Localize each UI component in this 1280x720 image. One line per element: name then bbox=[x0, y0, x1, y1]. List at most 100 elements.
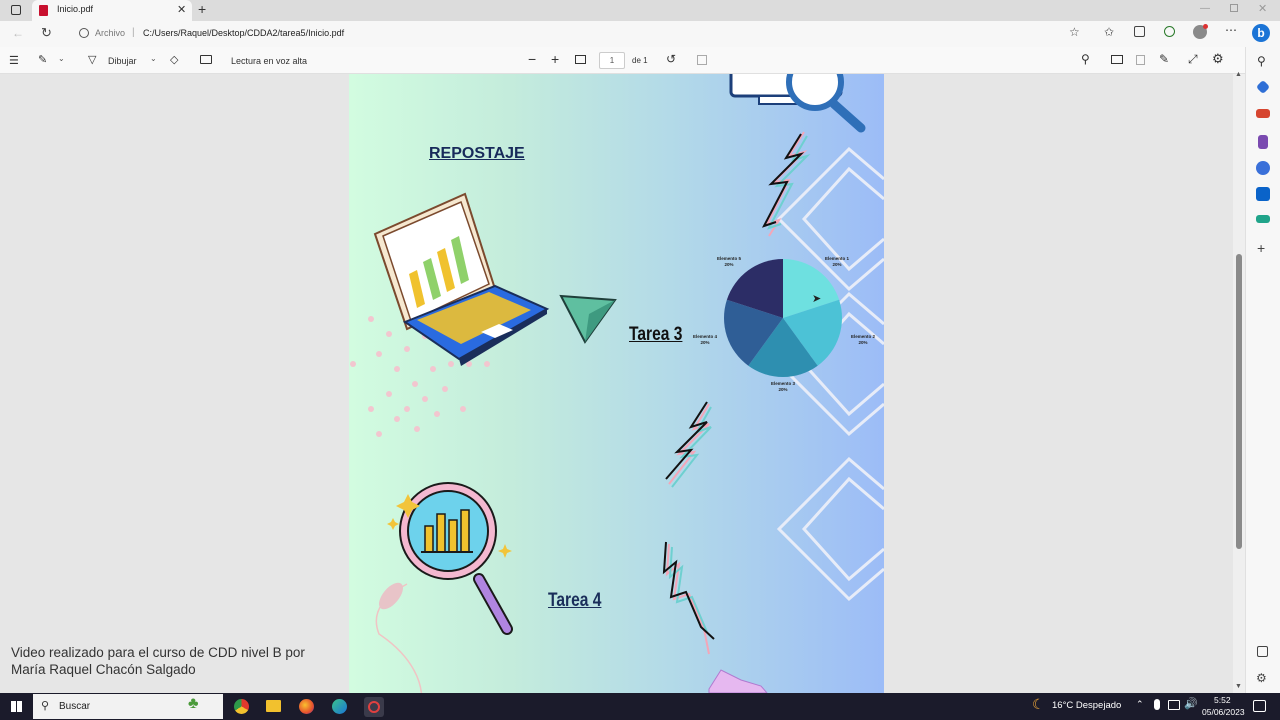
tab-inicio-pdf[interactable]: Inicio.pdf ✕ bbox=[32, 0, 192, 21]
magnifier-chart-illustration bbox=[387, 482, 513, 635]
url-path: C:/Users/Raquel/Desktop/CDDA2/tarea5/Ini… bbox=[143, 28, 345, 38]
profile-notification-dot bbox=[1203, 24, 1208, 29]
read-aloud-icon[interactable] bbox=[200, 55, 212, 64]
edge-icon[interactable] bbox=[332, 699, 347, 714]
print-icon[interactable] bbox=[1111, 55, 1123, 64]
pie-label-name-4: Elemento 4 bbox=[693, 334, 718, 339]
collections-icon[interactable] bbox=[1134, 26, 1145, 37]
clock-time[interactable]: 5:52 bbox=[1214, 695, 1231, 705]
close-tab-icon[interactable]: ✕ bbox=[177, 3, 186, 16]
firefox-icon[interactable] bbox=[299, 699, 314, 714]
scroll-up-icon[interactable]: ▲ bbox=[1235, 71, 1242, 78]
minimize-icon[interactable]: — bbox=[1200, 3, 1210, 14]
chrome-icon[interactable] bbox=[234, 699, 249, 714]
pie-chart bbox=[724, 259, 842, 378]
maximize-icon[interactable] bbox=[1230, 4, 1238, 12]
extensions-icon[interactable] bbox=[1164, 26, 1175, 37]
pie-label-name-2: Elemento 2 bbox=[851, 334, 876, 339]
edge-sidebar: ⚲ + ⚙ bbox=[1245, 47, 1280, 693]
outlook-icon[interactable] bbox=[1256, 187, 1270, 201]
taskbar-search-placeholder: Buscar bbox=[59, 701, 91, 712]
microphone-icon[interactable] bbox=[1154, 699, 1160, 710]
more-options-icon[interactable]: ⋯ bbox=[1225, 23, 1237, 37]
notification-icon[interactable] bbox=[1253, 700, 1266, 712]
weather-status[interactable]: 16°C Despejado bbox=[1052, 700, 1121, 711]
caption-line-1: Video realizado para el curso de CDD niv… bbox=[11, 645, 305, 660]
scrollbar-thumb[interactable] bbox=[1236, 254, 1242, 549]
draw-dropdown-icon[interactable]: ⌄ bbox=[150, 54, 157, 63]
close-window-icon[interactable]: ✕ bbox=[1258, 2, 1267, 15]
fit-page-icon[interactable] bbox=[575, 55, 586, 64]
refresh-icon[interactable]: ↻ bbox=[41, 25, 52, 41]
tab-title: Inicio.pdf bbox=[57, 4, 94, 14]
file-explorer-icon[interactable] bbox=[266, 700, 281, 712]
volume-icon[interactable]: 🔊 bbox=[1184, 697, 1198, 710]
games-icon[interactable] bbox=[1258, 135, 1268, 149]
pie-label-name-3: Elemento 3 bbox=[771, 381, 796, 386]
page-graphics: Elemento 120%Elemento 220%Elemento 320%E… bbox=[350, 74, 884, 693]
magnifier-monitor-illustration bbox=[729, 74, 866, 133]
zoom-out-icon[interactable]: − bbox=[528, 51, 536, 67]
vertical-scrollbar[interactable]: ▲ ▼ bbox=[1233, 71, 1245, 693]
read-aloud-button[interactable]: Lectura en voz alta bbox=[231, 56, 307, 66]
pdf-page: Elemento 1 20% Elemento 2 20% Elemento 3 20% E… bbox=[349, 74, 884, 693]
draw-button[interactable]: Dibujar bbox=[108, 56, 137, 66]
plant-icon: ♣ bbox=[188, 695, 199, 712]
office-icon[interactable] bbox=[1256, 161, 1270, 175]
taskbar-search[interactable]: ⚲ Buscar ♣ bbox=[33, 694, 223, 719]
rotate-icon[interactable]: ↺ bbox=[666, 52, 676, 66]
shopping-icon[interactable] bbox=[1255, 79, 1271, 95]
task4-label: Tarea 4 bbox=[548, 590, 602, 611]
laptop-chart-illustration bbox=[373, 192, 550, 366]
pdf-toolbar: ☰ ✎ ⌄ ▽ Dibujar ⌄ ◇ Lectura en voz alta … bbox=[0, 47, 1245, 74]
page-number-input[interactable]: 1 bbox=[599, 52, 625, 69]
url-field[interactable]: Archivo | C:/Users/Raquel/Desktop/CDDA2/… bbox=[70, 24, 1100, 44]
windows-start-icon[interactable] bbox=[11, 701, 22, 712]
fullscreen-icon[interactable]: ⤢ bbox=[1188, 52, 1198, 67]
task3-label: Tarea 3 bbox=[629, 324, 683, 345]
page-total: de 1 bbox=[632, 56, 648, 65]
url-scheme: Archivo bbox=[95, 28, 126, 38]
shape-decoration bbox=[708, 669, 768, 693]
sidebar-search-icon[interactable]: ⚲ bbox=[1257, 54, 1266, 68]
windows-taskbar: ⚲ Buscar ♣ ☾ 16°C Despejado ⌃ 🔊 5:52 05/… bbox=[0, 693, 1280, 720]
save-as-icon[interactable]: ✎ bbox=[1159, 52, 1169, 66]
bing-icon[interactable]: b bbox=[1252, 24, 1270, 42]
highlight-dropdown-icon[interactable]: ⌄ bbox=[58, 54, 65, 63]
browser-tab-bar: Inicio.pdf ✕ + — ✕ bbox=[0, 0, 1280, 21]
info-icon[interactable] bbox=[79, 28, 89, 38]
zoom-in-icon[interactable]: + bbox=[551, 51, 559, 67]
address-bar: ← ↻ Archivo | C:/Users/Raquel/Desktop/CD… bbox=[0, 21, 1280, 47]
contents-icon[interactable]: ☰ bbox=[9, 54, 19, 67]
pdf-viewport: Elemento 1 20% Elemento 2 20% Elemento 3 20% E… bbox=[0, 74, 1233, 693]
page-view-icon[interactable] bbox=[697, 55, 707, 65]
network-icon[interactable] bbox=[1168, 700, 1180, 710]
highlight-icon[interactable]: ✎ bbox=[38, 53, 47, 66]
search-pdf-icon[interactable]: ⚲ bbox=[1081, 52, 1090, 66]
pie-label-pct-2: 20% bbox=[858, 340, 867, 345]
pie-label-pct-1: 20% bbox=[832, 262, 841, 267]
add-sidebar-app-icon[interactable]: + bbox=[1257, 240, 1265, 256]
tray-chevron-icon[interactable]: ⌃ bbox=[1136, 699, 1144, 710]
eraser-icon[interactable]: ◇ bbox=[170, 53, 178, 66]
moon-weather-icon: ☾ bbox=[1032, 696, 1045, 712]
sidebar-settings-icon[interactable]: ⚙ bbox=[1256, 671, 1267, 685]
draw-icon[interactable]: ▽ bbox=[88, 53, 96, 66]
drop-icon[interactable] bbox=[1256, 215, 1270, 223]
pie-label-pct-3: 20% bbox=[778, 387, 787, 392]
sidebar-layout-icon[interactable] bbox=[1257, 646, 1268, 657]
favorite-star-icon[interactable]: ☆ bbox=[1069, 25, 1080, 39]
document-title: REPOSTAJE bbox=[429, 145, 525, 162]
clock-date[interactable]: 05/06/2023 bbox=[1202, 707, 1245, 717]
settings-gear-icon[interactable]: ⚙ bbox=[1212, 51, 1224, 67]
new-tab-icon[interactable]: + bbox=[198, 1, 206, 17]
back-icon[interactable]: ← bbox=[12, 26, 24, 40]
favorites-icon[interactable]: ✩ bbox=[1104, 25, 1114, 39]
pie-label-pct-5: 20% bbox=[724, 262, 733, 267]
paper-plane-illustration bbox=[559, 294, 617, 344]
tab-actions-icon[interactable] bbox=[11, 5, 21, 15]
scroll-down-icon[interactable]: ▼ bbox=[1235, 683, 1242, 690]
recorder-dot-icon bbox=[368, 701, 380, 713]
save-icon[interactable] bbox=[1136, 55, 1145, 65]
tools-icon[interactable] bbox=[1256, 109, 1270, 118]
